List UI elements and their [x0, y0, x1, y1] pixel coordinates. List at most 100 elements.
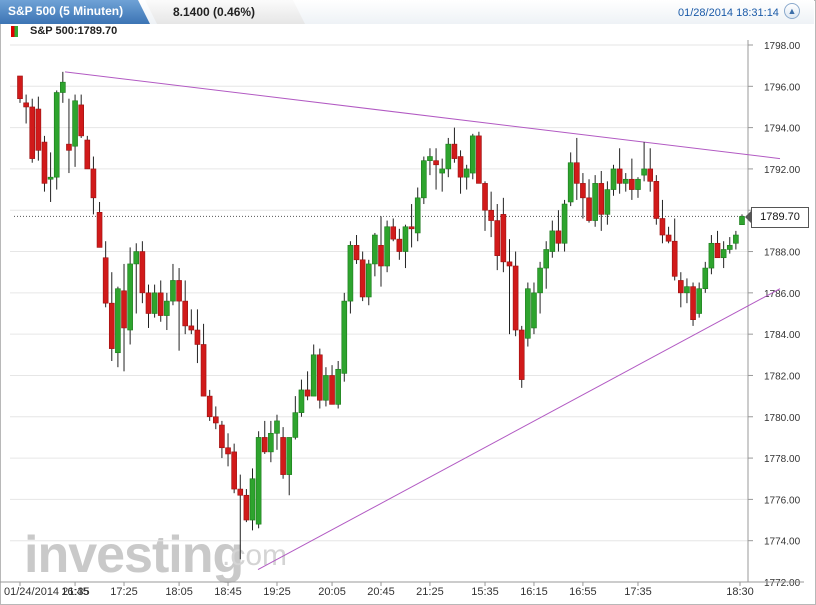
candle-body — [274, 420, 280, 434]
candle-body — [237, 488, 244, 496]
candle-body — [702, 267, 709, 290]
candle-body — [176, 280, 182, 302]
candle-body — [108, 302, 115, 349]
candle-body — [439, 168, 445, 174]
candle-body — [127, 263, 133, 331]
x-tick-label: 21:25 — [416, 586, 444, 598]
candle-body — [469, 135, 476, 174]
candle-body — [726, 245, 733, 250]
candle-body — [353, 245, 360, 261]
candle-body — [427, 156, 433, 161]
candle-body — [225, 447, 231, 455]
candle-body — [482, 183, 488, 211]
current-price-label: 1789.70 — [751, 207, 809, 228]
candle-body — [90, 168, 97, 199]
y-tick-label: 1792.00 — [764, 165, 801, 176]
x-tick-label: 19:25 — [263, 586, 291, 598]
y-tick-label: 1798.00 — [764, 41, 801, 52]
x-tick-label: 17:25 — [110, 586, 138, 598]
candle-body — [561, 203, 568, 244]
candle-body — [445, 143, 452, 170]
candle-body — [17, 75, 23, 99]
candle-body — [378, 245, 384, 267]
x-tick-label: 15:35 — [471, 586, 499, 598]
candle-body — [555, 230, 562, 244]
candle-body — [573, 162, 580, 184]
candle-body — [622, 178, 629, 184]
candle-body — [41, 141, 48, 184]
candle-body — [249, 478, 256, 521]
candle-body — [261, 437, 268, 453]
candle-body — [188, 325, 195, 331]
candle-body — [421, 160, 427, 199]
candle-body — [592, 183, 598, 221]
candle-body — [739, 216, 745, 225]
candle-body — [500, 214, 507, 263]
candle-body — [47, 176, 54, 180]
candle-body — [298, 389, 305, 413]
candle-body — [396, 238, 403, 252]
candle-body — [720, 249, 727, 259]
candle-body — [139, 251, 146, 294]
candle-body — [78, 104, 84, 137]
candle-body — [60, 81, 66, 93]
y-tick-label: 1774.00 — [764, 537, 801, 548]
candle-body — [145, 292, 152, 314]
y-tick-label: 1778.00 — [764, 454, 801, 465]
candle-body — [53, 92, 60, 178]
candle-body — [102, 257, 109, 304]
candle-body — [194, 329, 201, 345]
x-tick-label: 17:35 — [624, 586, 652, 598]
candle-body — [384, 226, 390, 267]
candle-body — [488, 209, 494, 221]
candle-body — [372, 234, 378, 265]
candle-body — [647, 168, 654, 182]
candle-body — [408, 226, 415, 230]
candle-body — [115, 288, 121, 354]
candle-body — [329, 375, 335, 405]
candle-body — [580, 183, 586, 199]
candle-body — [219, 424, 225, 449]
candlestick-chart: 1772.00 1774.00 1776.00 1778.00 1780.00 1782.… — [0, 40, 804, 598]
candle-body — [525, 288, 531, 339]
candle-body — [206, 395, 213, 418]
candle-body — [170, 280, 176, 302]
candle-body — [29, 106, 36, 159]
candle-body — [629, 178, 635, 190]
y-tick-label: 1780.00 — [764, 413, 801, 424]
candle-body — [121, 290, 127, 329]
trendline — [64, 71, 781, 160]
candle-body — [610, 168, 617, 190]
candle-body — [641, 168, 647, 176]
x-tick-label: 16:45 — [61, 586, 89, 598]
candle-body — [133, 251, 140, 265]
candle-body — [335, 368, 341, 405]
candle-body — [463, 168, 470, 178]
candle-body — [586, 197, 592, 221]
candle-body — [604, 189, 611, 215]
candle-body — [212, 416, 219, 424]
candle-body — [347, 245, 354, 302]
candle-body — [268, 432, 274, 453]
candle-body — [696, 288, 702, 314]
y-tick-label: 1776.00 — [764, 495, 801, 506]
y-tick-label: 1782.00 — [764, 371, 801, 382]
x-tick-label: 18:05 — [165, 586, 193, 598]
candle-body — [292, 412, 299, 438]
candle-body — [231, 451, 237, 490]
x-tick-label: 20:05 — [318, 586, 346, 598]
y-tick-label: 1794.00 — [764, 124, 801, 135]
candle-body — [512, 265, 519, 331]
x-tick-label: 20:45 — [367, 586, 395, 598]
candle-body — [157, 292, 164, 316]
candle-body — [72, 100, 78, 147]
candle-body — [518, 329, 525, 380]
candle-body — [365, 263, 372, 298]
candle-body — [66, 143, 72, 151]
candle-body — [708, 242, 715, 269]
candle-body — [341, 300, 348, 374]
candle-body — [323, 375, 329, 401]
candle-body — [23, 102, 29, 108]
candle-body — [506, 261, 513, 267]
candle-body — [671, 240, 678, 277]
